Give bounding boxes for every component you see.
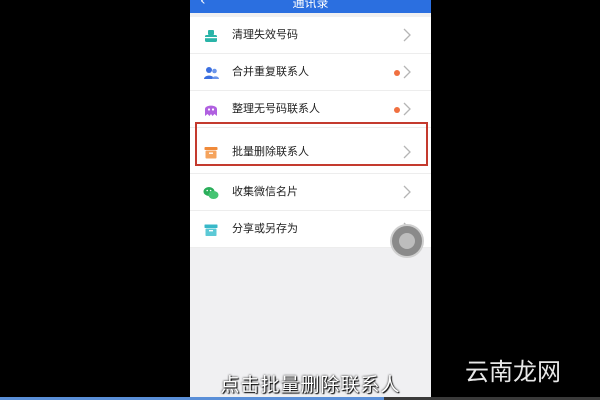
box-icon [204, 224, 218, 236]
list-item-merge-duplicates[interactable]: 合并重复联系人 [190, 54, 431, 91]
wechat-icon [203, 187, 219, 199]
notification-dot [394, 70, 400, 76]
chevron-right-icon [403, 65, 411, 79]
contact-tools-list: 清理失效号码 合并重复联系人 整理无号码联系人 批量删除联系人 收集微信名片 分… [190, 17, 431, 248]
chevron-right-icon [403, 28, 411, 42]
list-item-organize-no-number[interactable]: 整理无号码联系人 [190, 91, 431, 128]
page-title: 通讯录 [292, 0, 329, 10]
list-item-label: 清理失效号码 [232, 28, 298, 41]
list-item-label: 整理无号码联系人 [232, 102, 320, 115]
watermark-logo: 云南龙网 [465, 358, 561, 386]
trash-icon [204, 147, 218, 159]
phone-screen: ‹ 通讯录 清理失效号码 合并重复联系人 整理无号码联系人 批量删除联系人 收集… [190, 0, 431, 400]
list-item-label: 合并重复联系人 [232, 65, 309, 78]
list-item-batch-delete[interactable]: 批量删除联系人 [190, 131, 431, 174]
list-item-clean-invalid-numbers[interactable]: 清理失效号码 [190, 17, 431, 54]
notification-dot [394, 107, 400, 113]
video-subtitle: 点击批量删除联系人 [220, 374, 401, 396]
list-item-label: 收集微信名片 [232, 185, 298, 198]
list-item-label: 批量删除联系人 [232, 145, 309, 158]
assistive-touch-inner-icon [399, 233, 415, 249]
chevron-right-icon [403, 102, 411, 116]
ghost-icon [205, 105, 217, 116]
broom-icon [205, 30, 217, 42]
chevron-right-icon [403, 145, 411, 159]
people-icon [204, 67, 219, 79]
list-item-collect-wechat-cards[interactable]: 收集微信名片 [190, 174, 431, 211]
app-header: ‹ 通讯录 [190, 0, 431, 13]
chevron-right-icon [403, 185, 411, 199]
list-item-label: 分享或另存为 [232, 222, 298, 235]
assistive-touch-button[interactable] [390, 224, 424, 258]
